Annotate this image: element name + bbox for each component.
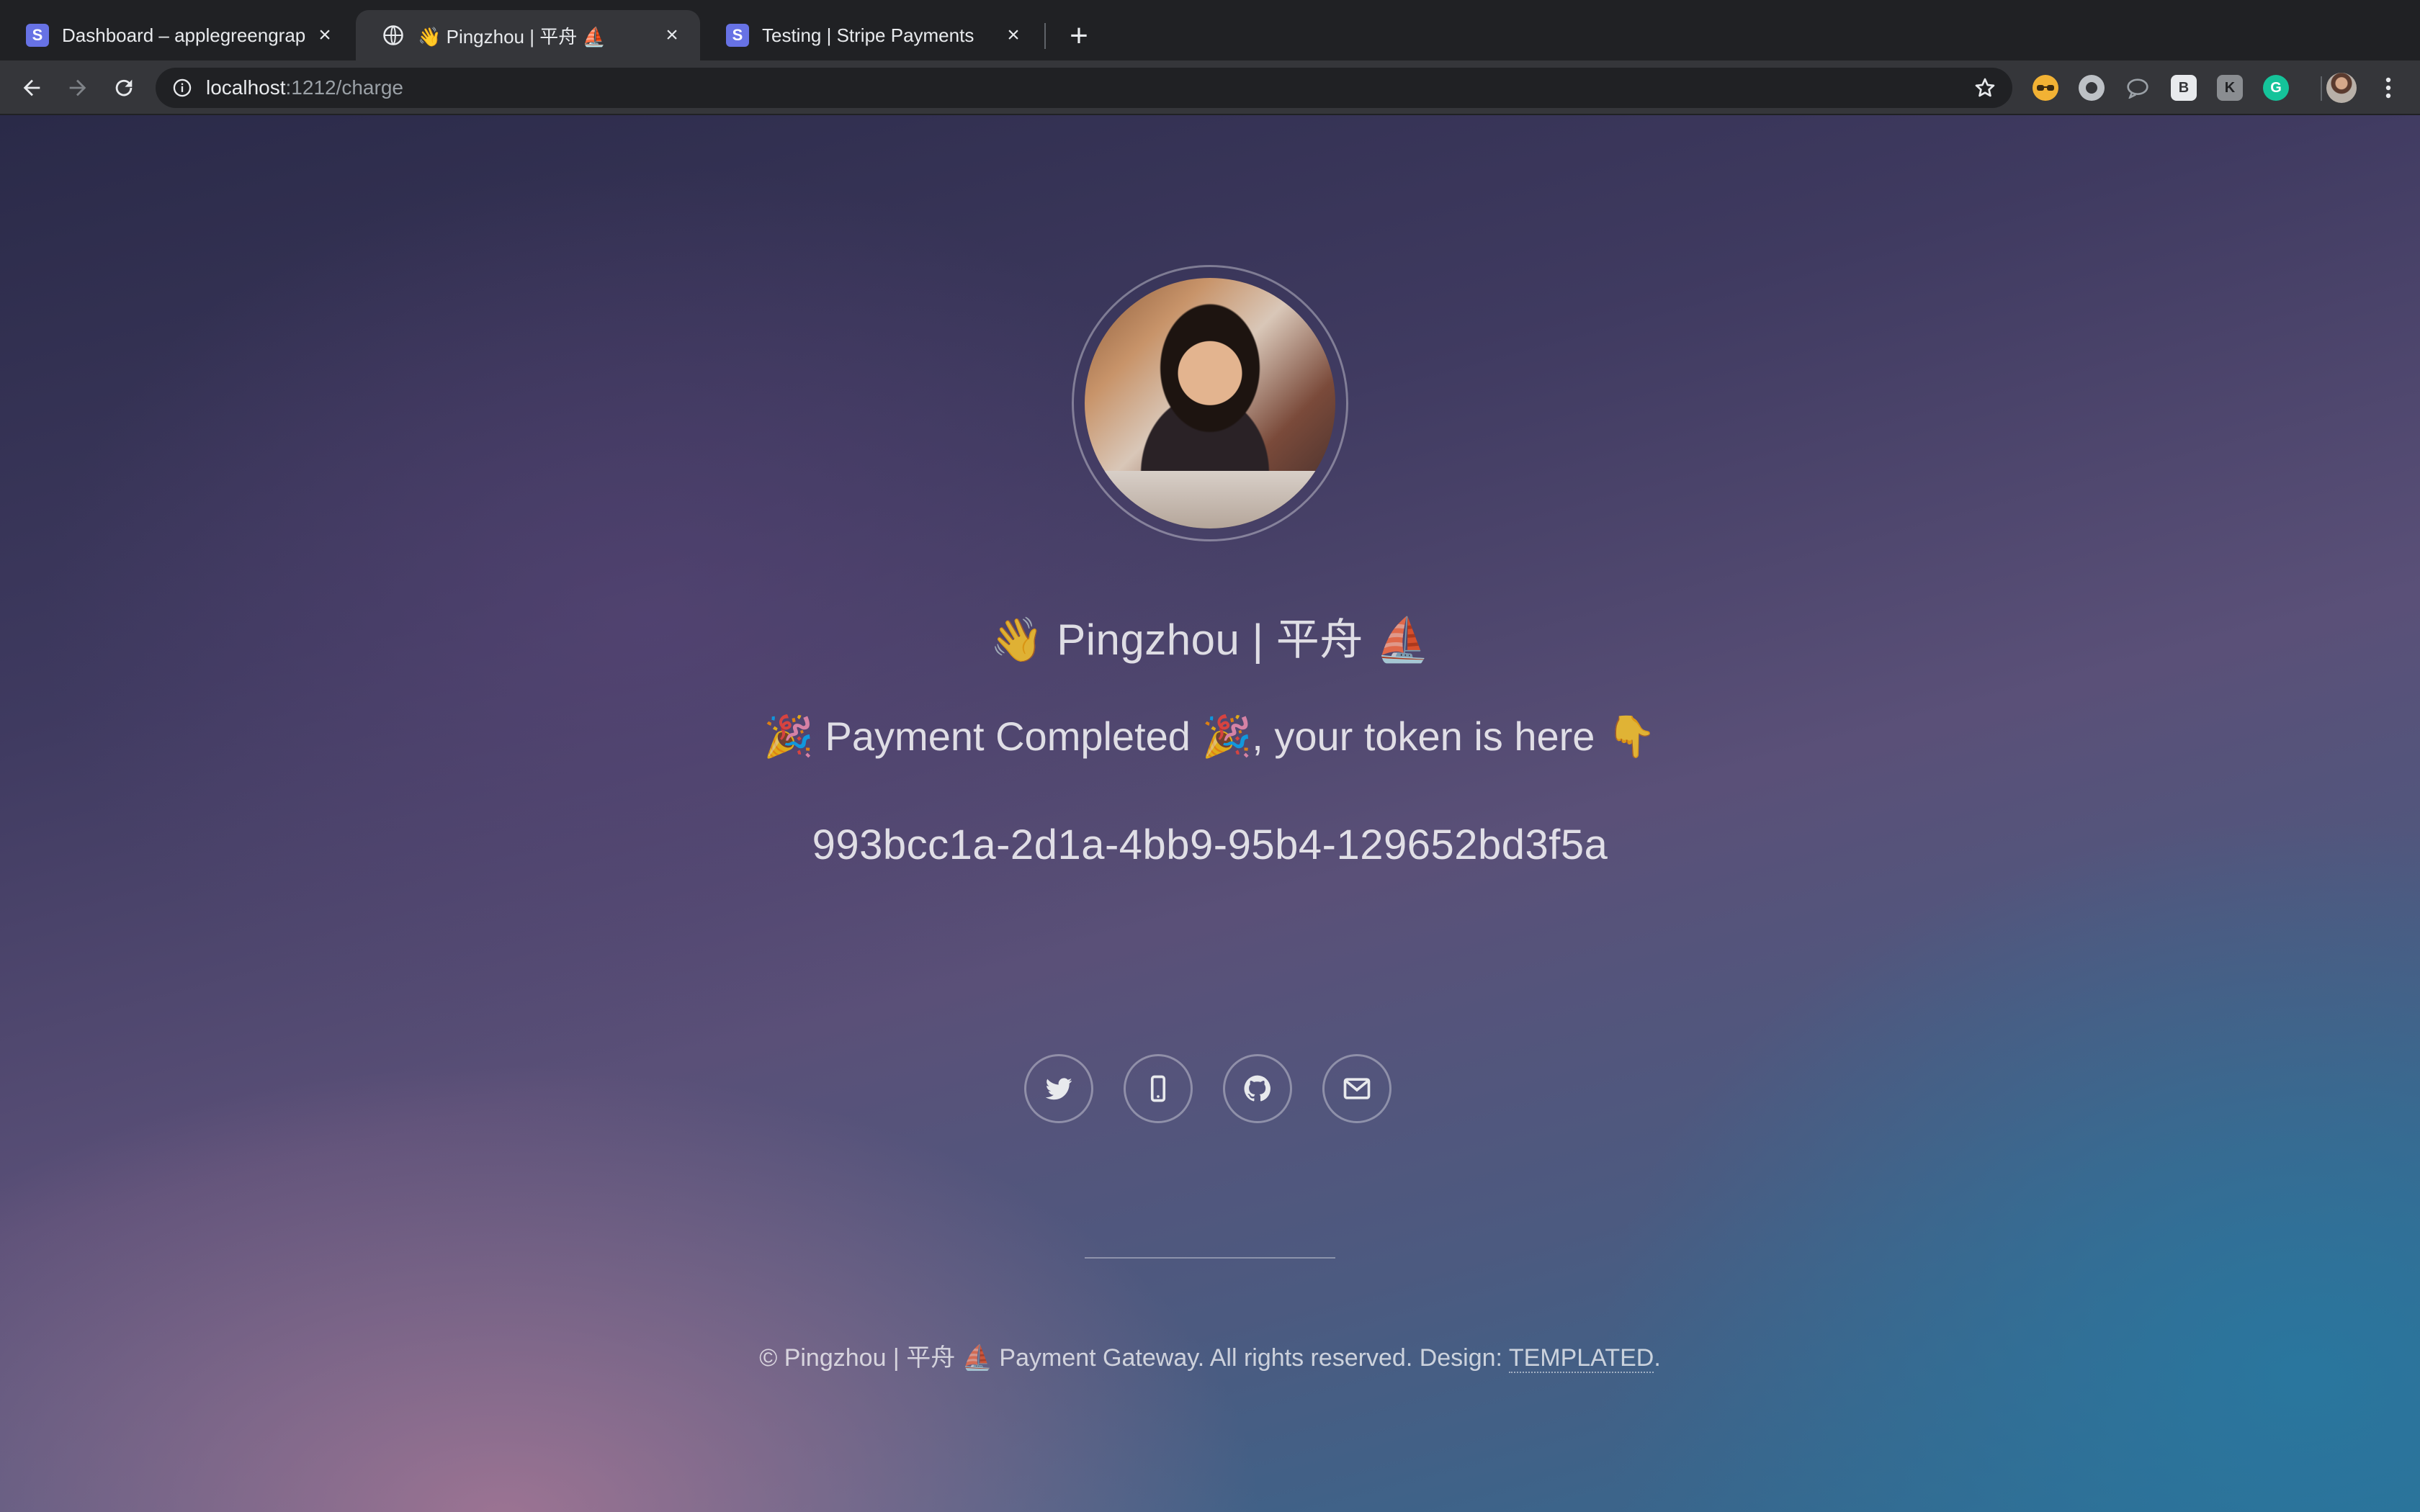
mail-icon (1343, 1078, 1371, 1099)
tab-strip: S Dashboard – applegreengrape × 👋 Pingzh… (0, 0, 2420, 60)
new-tab-button[interactable]: + (1063, 18, 1095, 53)
url-path: :1212/charge (285, 76, 403, 99)
tab-pingzhou[interactable]: 👋 Pingzhou | 平舟 ⛵ × (356, 10, 700, 60)
tab-title: Dashboard – applegreengrape (62, 24, 305, 46)
menu-icon[interactable] (2375, 75, 2401, 101)
stripe-icon: S (726, 24, 749, 47)
extension-chat-icon[interactable] (2125, 75, 2151, 101)
avatar (1072, 265, 1348, 541)
close-icon[interactable]: × (313, 23, 337, 48)
social-links (1024, 1054, 1392, 1123)
phone-icon (1150, 1075, 1166, 1102)
grammarly-icon[interactable]: G (2263, 75, 2289, 101)
tab-title: Testing | Stripe Payments (762, 24, 974, 46)
avatar-photo-table (1085, 471, 1335, 528)
globe-icon (382, 24, 405, 47)
phone-button[interactable] (1124, 1054, 1193, 1123)
page-title: 👋 Pingzhou | 平舟 ⛵ (990, 616, 1430, 664)
footer-suffix: . (1654, 1344, 1661, 1372)
info-icon[interactable] (171, 77, 193, 99)
payment-token: 993bcc1a-2d1a-4bb9-95b4-129652bd3f5a (812, 822, 1608, 868)
github-button[interactable] (1223, 1054, 1292, 1123)
bookmark-star-icon[interactable] (1972, 75, 1998, 101)
extension-record-icon[interactable] (2079, 75, 2105, 101)
extension-k-icon[interactable]: K (2217, 75, 2243, 101)
footer-copyright: © Pingzhou | 平舟 ⛵ Payment Gateway. All r… (759, 1344, 1509, 1372)
toolbar-divider (2321, 76, 2322, 101)
close-icon[interactable]: × (660, 23, 684, 48)
tab-separator (1044, 23, 1046, 49)
profile-avatar[interactable] (2326, 73, 2357, 103)
footer-design-link[interactable]: TEMPLATED (1508, 1344, 1654, 1373)
twitter-icon (1045, 1078, 1072, 1100)
tab-title: 👋 Pingzhou | 平舟 ⛵ (418, 25, 606, 48)
twitter-button[interactable] (1024, 1054, 1093, 1123)
extension-b-icon[interactable]: B (2171, 75, 2197, 101)
back-button[interactable] (14, 71, 49, 105)
github-icon (1244, 1075, 1270, 1102)
extension-sunglasses-icon[interactable] (2033, 75, 2058, 101)
tab-stripe-testing[interactable]: S Testing | Stripe Payments × (700, 10, 1041, 60)
url-host: localhost (206, 76, 286, 99)
arrow-right-icon (69, 79, 86, 96)
arrow-left-icon (23, 79, 40, 96)
tab-dashboard[interactable]: S Dashboard – applegreengrape × (0, 10, 353, 60)
avatar-photo (1085, 278, 1335, 528)
address-bar[interactable]: localhost:1212/charge (156, 68, 2012, 108)
footer-divider (1085, 1257, 1335, 1259)
reload-icon (115, 79, 133, 96)
forward-button[interactable] (60, 71, 95, 105)
payment-message: 🎉 Payment Completed 🎉, your token is her… (763, 714, 1657, 759)
url-text: localhost:1212/charge (206, 76, 403, 99)
mail-button[interactable] (1322, 1054, 1392, 1123)
stripe-icon: S (26, 24, 49, 47)
page-content: 👋 Pingzhou | 平舟 ⛵ 🎉 Payment Completed 🎉,… (0, 115, 2420, 1512)
footer: © Pingzhou | 平舟 ⛵ Payment Gateway. All r… (0, 1338, 2420, 1373)
reload-button[interactable] (107, 71, 141, 105)
close-icon[interactable]: × (1001, 23, 1026, 48)
browser-toolbar: localhost:1212/charge B K G (0, 60, 2420, 115)
